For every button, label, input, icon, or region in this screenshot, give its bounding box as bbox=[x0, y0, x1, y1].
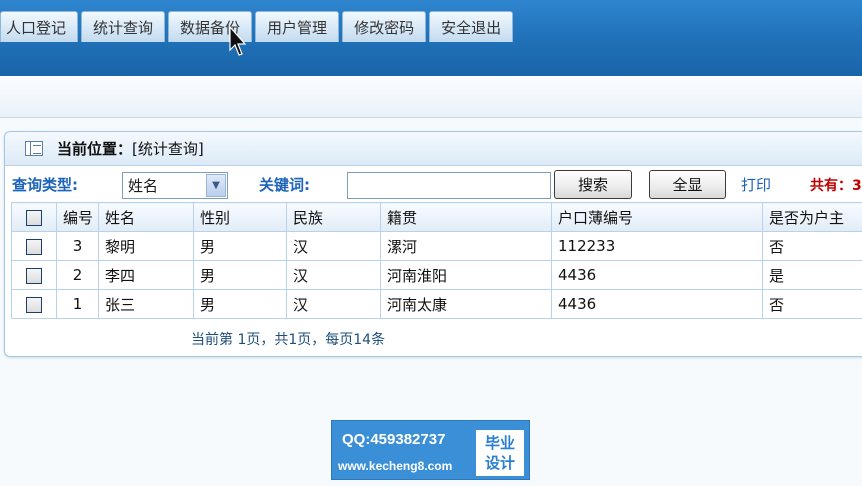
cell-id: 2 bbox=[56, 260, 99, 290]
query-type-selected: 姓名 bbox=[128, 177, 159, 195]
cell-name: 张三 bbox=[98, 289, 194, 319]
header-gender: 性别 bbox=[193, 202, 287, 232]
nav-tabs: 人口登记 统计查询 数据备份 用户管理 修改密码 安全退出 bbox=[0, 11, 516, 42]
select-all-cell bbox=[11, 202, 57, 232]
query-type-label: 查询类型: bbox=[12, 176, 78, 194]
watermark-banner: QQ:459382737 www.kecheng8.com 毕业 设计 bbox=[331, 420, 530, 480]
header-is-head: 是否为户主 bbox=[762, 202, 862, 232]
cell-gender: 男 bbox=[193, 289, 287, 319]
cell-is-head: 否 bbox=[762, 289, 862, 319]
cell-hometown: 河南淮阳 bbox=[380, 260, 552, 290]
header-hukou-no: 户口薄编号 bbox=[551, 202, 763, 232]
cell-gender: 男 bbox=[193, 231, 287, 261]
header-name: 姓名 bbox=[98, 202, 194, 232]
location-label: 当前位置： bbox=[57, 140, 133, 158]
cell-hometown: 漯河 bbox=[380, 231, 552, 261]
search-button[interactable]: 搜索 bbox=[554, 170, 632, 199]
tab-population-register[interactable]: 人口登记 bbox=[0, 11, 79, 42]
tab-statistics-query[interactable]: 统计查询 bbox=[81, 11, 166, 42]
toolbar-strip bbox=[0, 76, 862, 118]
cell-ethnicity: 汉 bbox=[286, 260, 381, 290]
window-icon bbox=[25, 141, 43, 156]
query-type-select[interactable]: 姓名 ▼ bbox=[122, 172, 228, 199]
results-table: 编号 姓名 性别 民族 籍贯 户口薄编号 是否为户主 3 黎明 男 汉 漯河 1… bbox=[11, 202, 862, 319]
top-navigation: 人口登记 统计查询 数据备份 用户管理 修改密码 安全退出 bbox=[0, 0, 862, 76]
cell-gender: 男 bbox=[193, 260, 287, 290]
cell-hometown: 河南太康 bbox=[380, 289, 552, 319]
header-hometown: 籍贯 bbox=[380, 202, 552, 232]
mouse-cursor-icon bbox=[229, 26, 247, 56]
cell-hukou-no: 4436 bbox=[551, 260, 763, 290]
panel-header: 当前位置： [统计查询] bbox=[5, 132, 862, 166]
cell-ethnicity: 汉 bbox=[286, 231, 381, 261]
show-all-button[interactable]: 全显 bbox=[649, 170, 726, 199]
cell-name: 黎明 bbox=[98, 231, 194, 261]
keyword-input[interactable] bbox=[347, 172, 551, 199]
cell-is-head: 否 bbox=[762, 231, 862, 261]
cell-ethnicity: 汉 bbox=[286, 289, 381, 319]
watermark-qq: QQ:459382737 bbox=[342, 431, 446, 448]
keyword-label: 关键词: bbox=[259, 176, 310, 194]
tab-change-password[interactable]: 修改密码 bbox=[342, 11, 427, 42]
search-bar: 查询类型: 姓名 ▼ 关键词: 搜索 全显 打印 共有：3 bbox=[5, 168, 862, 200]
row-checkbox[interactable] bbox=[26, 267, 42, 284]
cell-id: 1 bbox=[56, 289, 99, 319]
header-id: 编号 bbox=[56, 202, 99, 232]
row-select-cell bbox=[11, 231, 57, 261]
cell-hukou-no: 4436 bbox=[551, 289, 763, 319]
row-checkbox[interactable] bbox=[26, 238, 42, 255]
header-ethnicity: 民族 bbox=[286, 202, 381, 232]
watermark-badge: 毕业 设计 bbox=[476, 430, 524, 476]
cell-name: 李四 bbox=[98, 260, 194, 290]
table-row: 2 李四 男 汉 河南淮阳 4436 是 bbox=[11, 260, 862, 290]
cell-is-head: 是 bbox=[762, 260, 862, 290]
table-row: 1 张三 男 汉 河南太康 4436 否 bbox=[11, 289, 862, 319]
chevron-down-icon[interactable]: ▼ bbox=[206, 174, 226, 197]
row-select-cell bbox=[11, 289, 57, 319]
row-select-cell bbox=[11, 260, 57, 290]
table-row: 3 黎明 男 汉 漯河 112233 否 bbox=[11, 231, 862, 261]
print-link[interactable]: 打印 bbox=[741, 174, 771, 195]
row-checkbox[interactable] bbox=[26, 296, 42, 313]
cell-hukou-no: 112233 bbox=[551, 231, 763, 261]
pagination-info: 当前第 1页，共1页，每页14条 bbox=[191, 332, 386, 348]
select-all-checkbox[interactable] bbox=[26, 209, 42, 226]
table-header-row: 编号 姓名 性别 民族 籍贯 户口薄编号 是否为户主 bbox=[11, 202, 862, 232]
watermark-badge-line1: 毕业 bbox=[484, 434, 515, 452]
watermark-url: www.kecheng8.com bbox=[338, 459, 453, 473]
tab-user-management[interactable]: 用户管理 bbox=[255, 11, 340, 42]
total-count: 共有：3 bbox=[810, 178, 862, 194]
cell-id: 3 bbox=[56, 231, 99, 261]
location-value: [统计查询] bbox=[132, 140, 204, 158]
query-panel: 当前位置： [统计查询] 查询类型: 姓名 ▼ 关键词: 搜索 全显 打印 共有… bbox=[4, 131, 862, 357]
watermark-badge-line2: 设计 bbox=[484, 454, 515, 472]
tab-logout[interactable]: 安全退出 bbox=[429, 11, 514, 42]
